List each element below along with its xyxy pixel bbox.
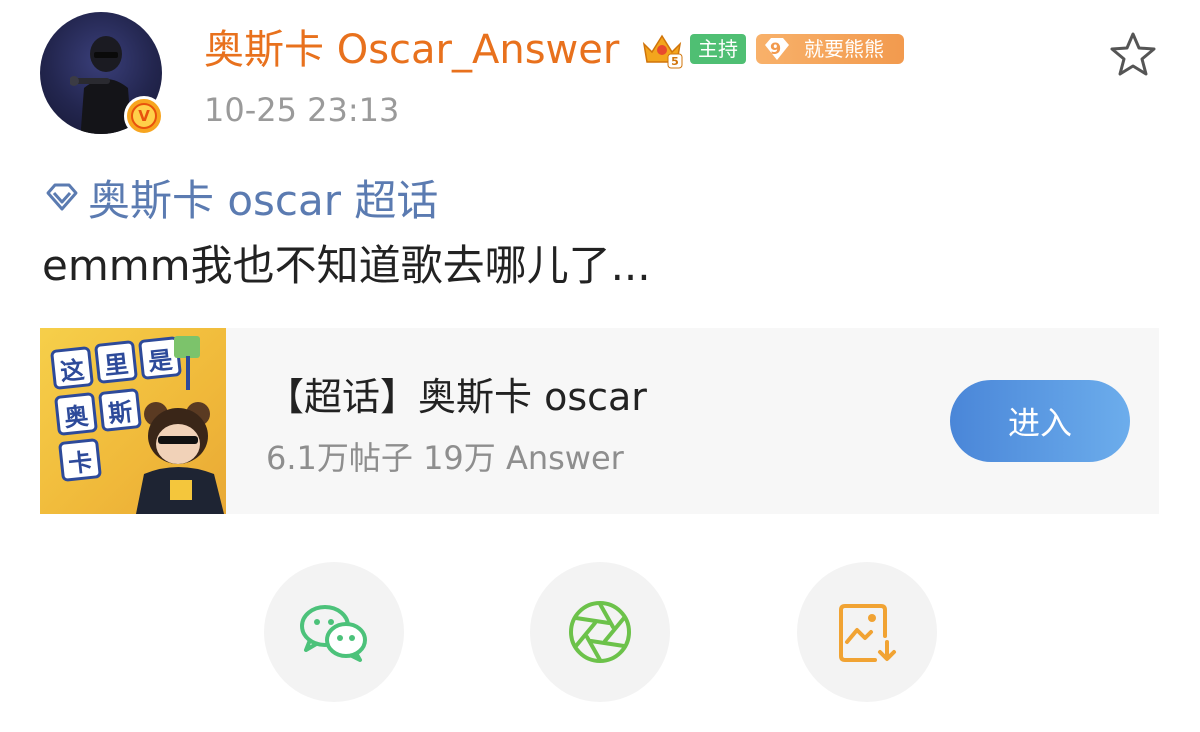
fan-level: 9: [770, 39, 782, 58]
super-topic-card[interactable]: 这 里 是 奥 斯 卡 【超话】奥斯卡 oscar 6.1万帖子 19万 Ans…: [40, 328, 1159, 514]
share-wechat-button[interactable]: [264, 562, 404, 702]
favorite-star-icon[interactable]: [1108, 30, 1158, 78]
save-image-icon: [839, 604, 896, 662]
thumb-tile: 这: [50, 346, 94, 390]
share-moments-button[interactable]: [530, 562, 670, 702]
crown-level-badge-icon[interactable]: 5: [640, 30, 684, 70]
topic-card-title: 【超话】奥斯卡 oscar: [266, 375, 647, 419]
wechat-icon: [300, 605, 367, 662]
save-image-button[interactable]: [797, 562, 937, 702]
thumb-tile: 卡: [58, 438, 102, 482]
crown-level: 5: [671, 55, 679, 68]
topic-thumbnail: 这 里 是 奥 斯 卡: [40, 328, 226, 514]
post-text: emmm我也不知道歌去哪儿了...: [42, 241, 651, 290]
host-badge[interactable]: 主持: [690, 34, 746, 64]
super-topic-diamond-icon: [46, 183, 78, 211]
fan-badge-name: 就要熊熊: [804, 37, 884, 61]
username[interactable]: 奥斯卡 Oscar_Answer: [204, 24, 619, 76]
topic-card-meta: 6.1万帖子 19万 Answer: [266, 439, 624, 477]
enter-topic-button[interactable]: 进入: [950, 380, 1130, 462]
verified-badge-icon: V: [124, 96, 164, 136]
moments-shutter-icon: [569, 601, 631, 663]
thumb-tile: 里: [94, 340, 138, 384]
post-timestamp: 10-25 23:13: [204, 91, 400, 129]
thumb-tile: 奥: [54, 392, 98, 436]
thumb-flyswatter: [174, 336, 200, 390]
thumb-figure: [136, 402, 224, 514]
topic-link-label: 奥斯卡 oscar 超话: [88, 175, 439, 225]
fan-badge[interactable]: 9 就要熊熊: [756, 34, 904, 64]
topic-link[interactable]: 奥斯卡 oscar 超话: [42, 170, 438, 225]
weibo-post-screen: V 奥斯卡 Oscar_Answer 5 主持 9 就要熊熊 10-25 23:…: [0, 0, 1200, 732]
